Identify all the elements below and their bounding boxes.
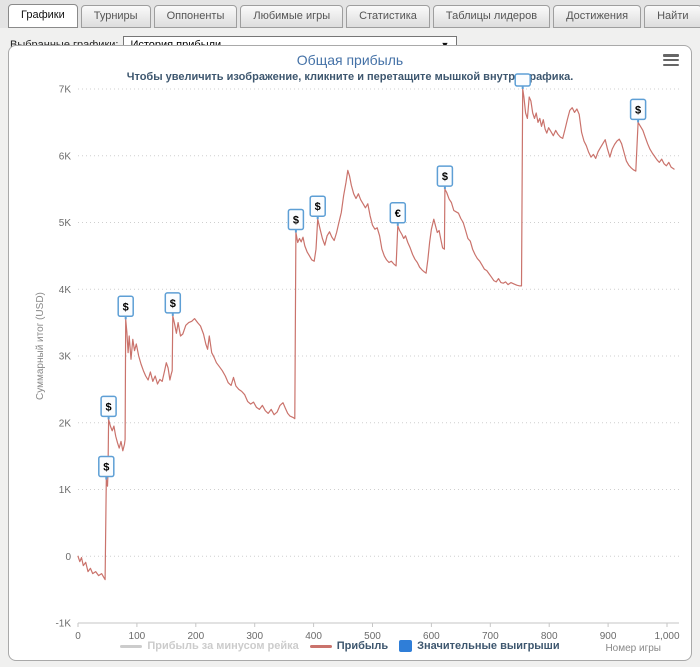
y-tick-label: 3K <box>59 352 72 363</box>
legend-item[interactable]: Прибыль за минусом рейка <box>120 640 299 652</box>
legend-square-swatch <box>399 640 413 652</box>
y-tick-label: 2K <box>59 418 72 429</box>
legend-line-swatch <box>309 644 332 648</box>
chart-panel: Общая прибыль Чтобы увеличить изображени… <box>8 45 692 661</box>
significant-win-flag[interactable]: $ <box>164 292 182 314</box>
legend-label: Прибыль за минусом рейка <box>147 640 299 652</box>
significant-win-flag[interactable] <box>514 73 531 87</box>
svg-text:$: $ <box>123 301 129 313</box>
svg-text:$: $ <box>635 104 641 116</box>
tab-achievements[interactable]: Достижения <box>553 5 642 28</box>
profit-line <box>77 88 675 581</box>
significant-win-flag[interactable]: $ <box>436 165 454 187</box>
tab-bar: Графики Турниры Оппоненты Любимые игры Стати… <box>0 0 700 28</box>
significant-win-flag[interactable]: $ <box>629 98 647 121</box>
svg-text:$: $ <box>442 171 448 183</box>
tab-tournaments[interactable]: Турниры <box>80 5 151 28</box>
significant-win-flag[interactable]: $ <box>309 195 326 217</box>
chart-legend: Прибыль за минусом рейка Прибыль Значитель… <box>79 640 601 652</box>
significant-win-flag[interactable]: $ <box>117 295 134 318</box>
x-tick-label: 900 <box>600 631 617 642</box>
x-axis-title: Номер игры <box>605 643 661 654</box>
tab-opponents[interactable]: Оппоненты <box>153 5 238 28</box>
tab-charts[interactable]: Графики <box>8 4 78 28</box>
plot-area[interactable]: -1K01K2K3K4K5K6K7K0 100 200 300 400 500 600 700… <box>9 46 691 660</box>
y-tick-label: -1K <box>55 619 71 630</box>
svg-text:$: $ <box>315 201 321 213</box>
y-tick-label: 6K <box>59 151 72 162</box>
x-tick-label: 1,000 <box>654 631 679 642</box>
tab-find[interactable]: Найти <box>644 5 700 28</box>
legend-line-swatch <box>120 644 143 648</box>
svg-text:$: $ <box>170 298 176 310</box>
y-tick-label: 5K <box>59 218 72 229</box>
svg-text:$: $ <box>293 215 299 227</box>
tab-favorite-games[interactable]: Любимые игры <box>240 5 344 28</box>
legend-item[interactable]: Значительные выигрыши <box>399 640 560 652</box>
svg-text:$: $ <box>103 462 109 474</box>
legend-label: Прибыль <box>336 640 389 652</box>
y-axis-title: Суммарный итог (USD) <box>35 292 46 400</box>
tab-statistics[interactable]: Статистика <box>346 5 430 28</box>
significant-win-flag[interactable]: $ <box>287 208 305 231</box>
y-tick-label: 0 <box>65 552 71 563</box>
svg-text:$: $ <box>106 401 112 413</box>
significant-win-flag[interactable]: $ <box>98 455 115 478</box>
y-tick-label: 4K <box>59 285 72 296</box>
svg-text:€: € <box>395 208 401 220</box>
significant-win-flag[interactable]: € <box>389 202 407 224</box>
tab-leaderboards[interactable]: Таблицы лидеров <box>432 5 551 28</box>
y-tick-label: 7K <box>59 85 72 96</box>
significant-win-flag[interactable]: $ <box>100 395 117 418</box>
legend-item[interactable]: Прибыль <box>309 640 389 652</box>
y-tick-label: 1K <box>59 485 72 496</box>
legend-label: Значительные выигрыши <box>417 640 560 652</box>
